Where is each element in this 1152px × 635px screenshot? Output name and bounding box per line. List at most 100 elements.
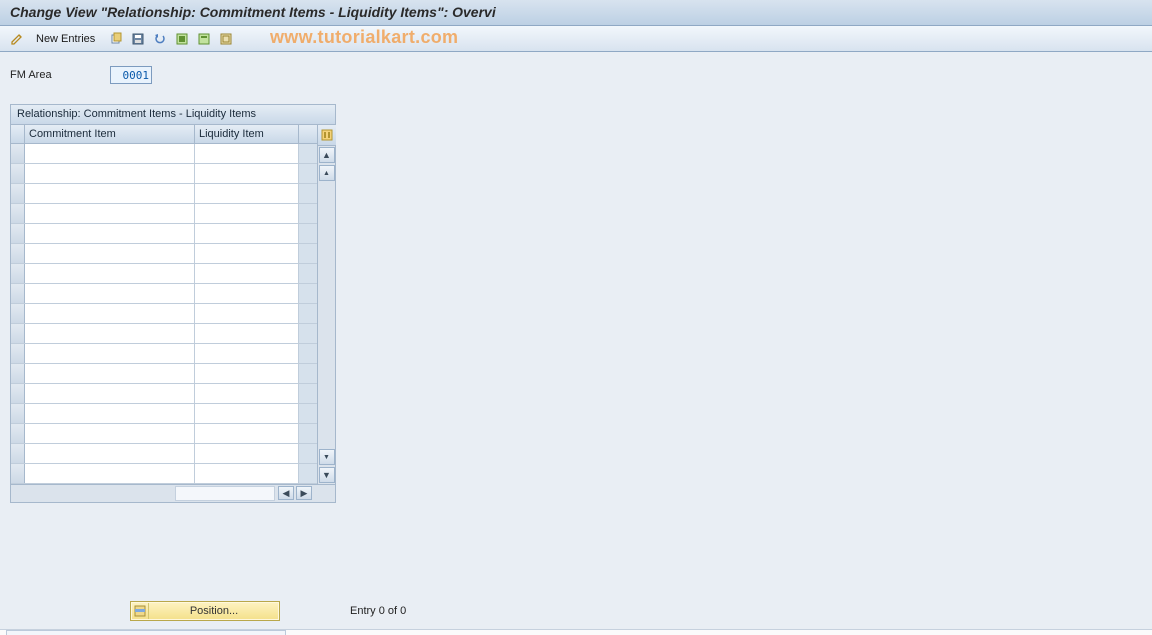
cell-liquidity-item[interactable]: [195, 184, 299, 203]
row-selector[interactable]: [11, 224, 25, 243]
position-button[interactable]: Position...: [130, 601, 280, 621]
cell-commitment-item[interactable]: [25, 424, 195, 443]
cell-commitment-item[interactable]: [25, 264, 195, 283]
cell-liquidity-item[interactable]: [195, 284, 299, 303]
table-settings-icon[interactable]: [318, 125, 336, 146]
row-selector[interactable]: [11, 204, 25, 223]
copy-icon[interactable]: [107, 30, 125, 48]
save-icon[interactable]: [129, 30, 147, 48]
select-all-icon[interactable]: [173, 30, 191, 48]
cell-commitment-item[interactable]: [25, 204, 195, 223]
column-commitment-item[interactable]: Commitment Item: [25, 125, 195, 143]
table-row[interactable]: [11, 464, 317, 484]
row-selector[interactable]: [11, 264, 25, 283]
row-selector[interactable]: [11, 244, 25, 263]
cell-commitment-item[interactable]: [25, 444, 195, 463]
scroll-up-inner-icon[interactable]: ▲: [319, 165, 335, 181]
entry-counter: Entry 0 of 0: [350, 605, 406, 617]
cell-commitment-item[interactable]: [25, 404, 195, 423]
cell-commitment-item[interactable]: [25, 344, 195, 363]
table-row[interactable]: [11, 344, 317, 364]
cell-commitment-item[interactable]: [25, 304, 195, 323]
cell-liquidity-item[interactable]: [195, 224, 299, 243]
row-selector[interactable]: [11, 364, 25, 383]
table-row[interactable]: [11, 304, 317, 324]
cell-liquidity-item[interactable]: [195, 244, 299, 263]
footer: Position... Entry 0 of 0: [0, 601, 1152, 621]
cell-commitment-item[interactable]: [25, 184, 195, 203]
cell-liquidity-item[interactable]: [195, 324, 299, 343]
cell-liquidity-item[interactable]: [195, 404, 299, 423]
table-row[interactable]: [11, 224, 317, 244]
cell-liquidity-item[interactable]: [195, 164, 299, 183]
cell-liquidity-item[interactable]: [195, 444, 299, 463]
vertical-scrollbar[interactable]: ▲ ▲ ▼ ▼: [317, 125, 335, 484]
row-selector[interactable]: [11, 464, 25, 483]
cell-liquidity-item[interactable]: [195, 144, 299, 163]
table-row[interactable]: [11, 144, 317, 164]
session-tab[interactable]: [6, 630, 286, 635]
row-selector[interactable]: [11, 304, 25, 323]
scroll-down-icon[interactable]: ▼: [319, 467, 335, 483]
undo-icon[interactable]: [151, 30, 169, 48]
table-row[interactable]: [11, 164, 317, 184]
cell-liquidity-item[interactable]: [195, 344, 299, 363]
table-row[interactable]: [11, 264, 317, 284]
cell-commitment-item[interactable]: [25, 324, 195, 343]
horizontal-scrollbar[interactable]: ◀ ▶: [11, 484, 335, 502]
cell-liquidity-item[interactable]: [195, 464, 299, 483]
fm-area-row: FM Area: [10, 66, 1142, 84]
new-entries-button[interactable]: New Entries: [30, 32, 101, 46]
table-title: Relationship: Commitment Items - Liquidi…: [11, 105, 335, 125]
cell-commitment-item[interactable]: [25, 284, 195, 303]
edit-icon[interactable]: [8, 30, 26, 48]
row-selector[interactable]: [11, 284, 25, 303]
fm-area-input[interactable]: [110, 66, 152, 84]
cell-liquidity-item[interactable]: [195, 424, 299, 443]
cell-commitment-item[interactable]: [25, 144, 195, 163]
cell-commitment-item[interactable]: [25, 464, 195, 483]
row-selector[interactable]: [11, 324, 25, 343]
deselect-all-icon[interactable]: [217, 30, 235, 48]
cell-commitment-item[interactable]: [25, 164, 195, 183]
row-selector[interactable]: [11, 384, 25, 403]
table-row[interactable]: [11, 244, 317, 264]
scroll-left-icon[interactable]: ◀: [278, 486, 294, 500]
row-selector[interactable]: [11, 404, 25, 423]
table-row[interactable]: [11, 284, 317, 304]
cell-commitment-item[interactable]: [25, 384, 195, 403]
title-bar: Change View "Relationship: Commitment It…: [0, 0, 1152, 26]
table-row[interactable]: [11, 184, 317, 204]
table-control: Relationship: Commitment Items - Liquidi…: [10, 104, 336, 503]
row-selector[interactable]: [11, 164, 25, 183]
cell-commitment-item[interactable]: [25, 224, 195, 243]
row-selector[interactable]: [11, 424, 25, 443]
scroll-right-icon[interactable]: ▶: [296, 486, 312, 500]
cell-commitment-item[interactable]: [25, 364, 195, 383]
table-row[interactable]: [11, 384, 317, 404]
cell-liquidity-item[interactable]: [195, 264, 299, 283]
row-selector[interactable]: [11, 344, 25, 363]
row-selector[interactable]: [11, 144, 25, 163]
table-row[interactable]: [11, 324, 317, 344]
cell-commitment-item[interactable]: [25, 244, 195, 263]
table-row[interactable]: [11, 204, 317, 224]
table-row[interactable]: [11, 444, 317, 464]
column-liquidity-item[interactable]: Liquidity Item: [195, 125, 299, 143]
select-block-icon[interactable]: [195, 30, 213, 48]
table-row[interactable]: [11, 364, 317, 384]
toolbar: New Entries www.tutorialkart.com: [0, 26, 1152, 52]
scroll-up-icon[interactable]: ▲: [319, 147, 335, 163]
scroll-down-inner-icon[interactable]: ▼: [319, 449, 335, 465]
watermark: www.tutorialkart.com: [270, 27, 458, 48]
cell-liquidity-item[interactable]: [195, 384, 299, 403]
cell-liquidity-item[interactable]: [195, 364, 299, 383]
row-selector[interactable]: [11, 184, 25, 203]
table-row[interactable]: [11, 424, 317, 444]
page-title: Change View "Relationship: Commitment It…: [10, 4, 496, 20]
row-selector-header[interactable]: [11, 125, 25, 143]
row-selector[interactable]: [11, 444, 25, 463]
cell-liquidity-item[interactable]: [195, 304, 299, 323]
cell-liquidity-item[interactable]: [195, 204, 299, 223]
table-row[interactable]: [11, 404, 317, 424]
